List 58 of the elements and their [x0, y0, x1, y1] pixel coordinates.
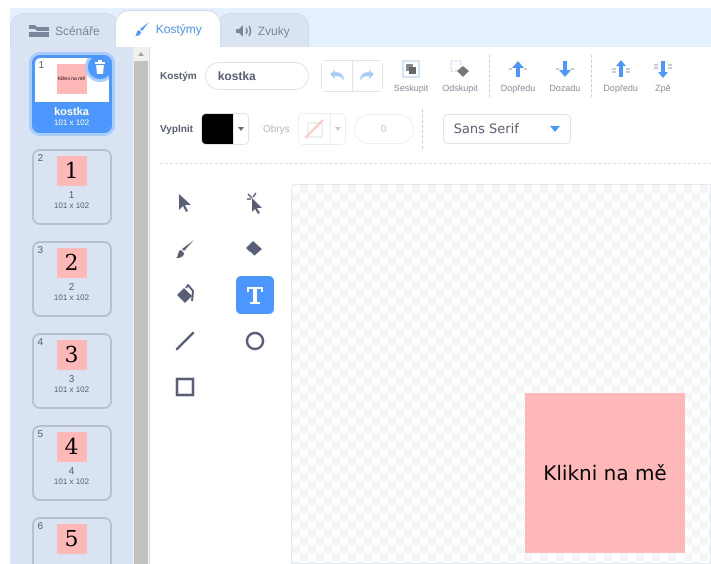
- arrow-down-icon: [652, 59, 674, 79]
- speaker-icon: [236, 24, 252, 36]
- costume-thumbnail: 3: [56, 340, 86, 370]
- costume-card[interactable]: 6 5: [32, 517, 112, 564]
- group-icon: [400, 59, 422, 79]
- costume-number: 2: [38, 153, 44, 164]
- arrow-down-icon: [554, 59, 576, 79]
- costume-card[interactable]: 3 2 2 101 x 102: [32, 241, 112, 317]
- costume-thumbnail: 2: [56, 248, 86, 278]
- brush-icon: [134, 21, 150, 37]
- tool-button[interactable]: [236, 276, 274, 314]
- costume-thumbnail: 1: [56, 156, 86, 186]
- costume-size: 101 x 102: [54, 118, 90, 127]
- ungroup-icon: [448, 59, 471, 79]
- costume-name: 4: [68, 466, 74, 477]
- costume-thumbnail: 5: [56, 524, 86, 554]
- costume-number: 4: [38, 337, 44, 348]
- brush-icon: [174, 238, 196, 260]
- costume-number: 6: [38, 521, 44, 532]
- costume-size: 101 x 102: [54, 477, 90, 486]
- costume-size: 101 x 102: [54, 201, 90, 210]
- circle-icon: [244, 330, 266, 352]
- costume-name: 2: [68, 282, 74, 293]
- costume-label: Kostým: [160, 70, 197, 82]
- undo-icon: [328, 70, 345, 82]
- text-tool-icon: [244, 284, 266, 306]
- no-color-icon: [303, 118, 326, 140]
- arrow-up-icon: [610, 59, 632, 79]
- costume-card[interactable]: 4 3 3 101 x 102: [32, 333, 112, 409]
- costume-size: 101 x 102: [54, 385, 90, 394]
- costume-name: 3: [68, 374, 74, 385]
- costume-name-field[interactable]: kostka: [204, 62, 309, 90]
- redo-icon: [359, 70, 376, 82]
- scrollbar-thumb[interactable]: [134, 61, 148, 564]
- costume-name: kostka: [54, 106, 89, 118]
- fill-color-picker[interactable]: [200, 113, 249, 145]
- caret-icon: [238, 127, 244, 131]
- caret-icon: [334, 127, 341, 131]
- costume-number: 5: [38, 429, 44, 440]
- arrow-up-icon: [507, 59, 530, 79]
- outline-label: Obrys: [262, 124, 290, 134]
- font-dropdown[interactable]: Sans Serif: [442, 114, 571, 144]
- caret-icon: [550, 126, 560, 132]
- costume-name: 1: [68, 190, 74, 201]
- rectangle-icon: [174, 376, 196, 398]
- costume-shape[interactable]: Klikni na mě: [525, 393, 685, 553]
- trash-icon: [94, 60, 106, 74]
- costume-size: 101 x 102: [54, 293, 90, 302]
- costume-number: 1: [38, 60, 44, 71]
- costume-card[interactable]: 5 4 4 101 x 102: [32, 425, 112, 501]
- fill-label: Vyplnit: [160, 124, 193, 134]
- line-icon: [174, 330, 196, 352]
- blocks-icon: [29, 24, 49, 36]
- costume-card[interactable]: 2 1 1 101 x 102: [32, 149, 112, 225]
- costume-number: 3: [38, 245, 44, 256]
- costume-thumbnail: 4: [56, 432, 86, 462]
- drawing-canvas[interactable]: Klikni na mě: [291, 184, 711, 564]
- outline-color-picker[interactable]: [298, 113, 346, 145]
